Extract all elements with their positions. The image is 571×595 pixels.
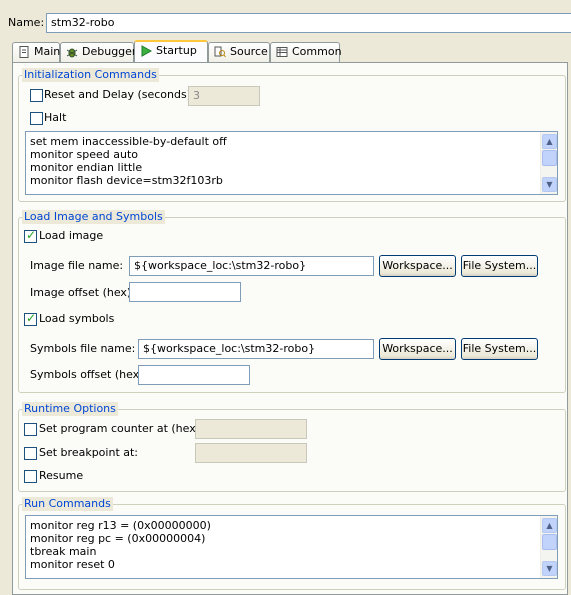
scroll-down-arrow-icon[interactable]: ▼ [542,561,557,576]
image-file-input[interactable]: ${workspace_loc:\stm32-robo} [129,256,374,276]
set-pc-input[interactable] [195,419,307,439]
checkmark-icon: ✓ [26,311,37,325]
init-command-line: monitor speed auto [30,148,139,161]
set-pc-checkbox[interactable] [24,423,37,436]
debugger-bug-icon [66,48,78,58]
tab-debugger[interactable]: Debugger [60,42,137,62]
load-symbols-label: Load symbols [39,312,115,325]
load-image-group [18,217,566,393]
source-lookup-icon [214,46,226,58]
reset-delay-checkbox[interactable] [30,89,43,102]
checkmark-icon: ✓ [26,228,37,242]
init-command-line: set mem inaccessible-by-default off [30,135,227,148]
init-commands-scrollbar[interactable]: ▲ ▼ [540,132,557,194]
startup-play-icon [141,45,152,57]
init-command-line: monitor flash device=stm32f103rb [30,174,223,187]
image-file-label: Image file name: [30,259,124,272]
scroll-up-arrow-icon[interactable]: ▲ [542,518,557,533]
tab-startup[interactable]: Startup [134,40,208,62]
tab-common[interactable]: Common [270,42,342,62]
run-command-line: tbreak main [30,545,97,558]
run-commands-scrollbar[interactable]: ▲ ▼ [540,516,557,578]
halt-label: Halt [44,111,67,124]
scroll-thumb[interactable] [542,534,557,550]
scroll-down-arrow-icon[interactable]: ▼ [542,177,557,192]
resume-checkbox[interactable] [24,470,37,483]
set-pc-label: Set program counter at (hex): [39,422,204,435]
set-breakpoint-input[interactable] [195,443,307,463]
run-commands-textarea[interactable]: monitor reg r13 = (0x00000000) monitor r… [25,515,558,579]
tab-debugger-label: Debugger [82,45,137,58]
tab-startup-label: Startup [156,44,197,57]
runtime-options-title: Runtime Options [22,402,118,416]
tab-source-label: Source [230,45,268,58]
symbols-file-label: Symbols file name: [30,342,136,355]
image-workspace-button[interactable]: Workspace... [379,255,456,277]
tab-main-label: Main [34,45,61,58]
main-page-icon [19,46,29,58]
common-table-icon [276,47,288,57]
image-filesystem-button[interactable]: File System... [461,255,538,277]
init-commands-title: Initialization Commands [22,68,159,82]
load-symbols-checkbox[interactable]: ✓ [24,311,37,326]
image-offset-label: Image offset (hex): [30,286,135,299]
name-label: Name: [8,16,45,29]
symbols-offset-label: Symbols offset (hex): [30,368,148,381]
image-offset-input[interactable] [129,282,241,302]
init-command-line: monitor endian little [30,161,143,174]
name-input[interactable]: stm32-robo [46,13,571,33]
run-command-line: monitor reset 0 [30,558,115,571]
delay-seconds-input[interactable]: 3 [188,86,260,106]
run-command-line: monitor reg r13 = (0x00000000) [30,519,211,532]
load-image-label: Load image [39,229,104,242]
run-commands-title: Run Commands [22,497,113,511]
load-image-checkbox[interactable]: ✓ [24,228,37,243]
init-commands-textarea[interactable]: set mem inaccessible-by-default off moni… [25,131,558,195]
halt-checkbox[interactable] [30,112,43,125]
reset-delay-label: Reset and Delay (seconds): [44,88,195,101]
run-command-line: monitor reg pc = (0x00000004) [30,532,206,545]
load-image-title: Load Image and Symbols [22,210,165,224]
resume-label: Resume [39,469,84,482]
tab-common-label: Common [292,45,342,58]
symbols-file-input[interactable]: ${workspace_loc:\stm32-robo} [138,339,374,359]
tab-source[interactable]: Source [208,42,270,62]
set-breakpoint-label: Set breakpoint at: [39,446,139,459]
symbols-workspace-button[interactable]: Workspace... [379,338,456,360]
tab-main[interactable]: Main [12,42,60,62]
symbols-filesystem-button[interactable]: File System... [461,338,538,360]
symbols-offset-input[interactable] [138,365,250,385]
scroll-up-arrow-icon[interactable]: ▲ [542,134,557,149]
scroll-thumb[interactable] [542,150,557,166]
set-breakpoint-checkbox[interactable] [24,447,37,460]
